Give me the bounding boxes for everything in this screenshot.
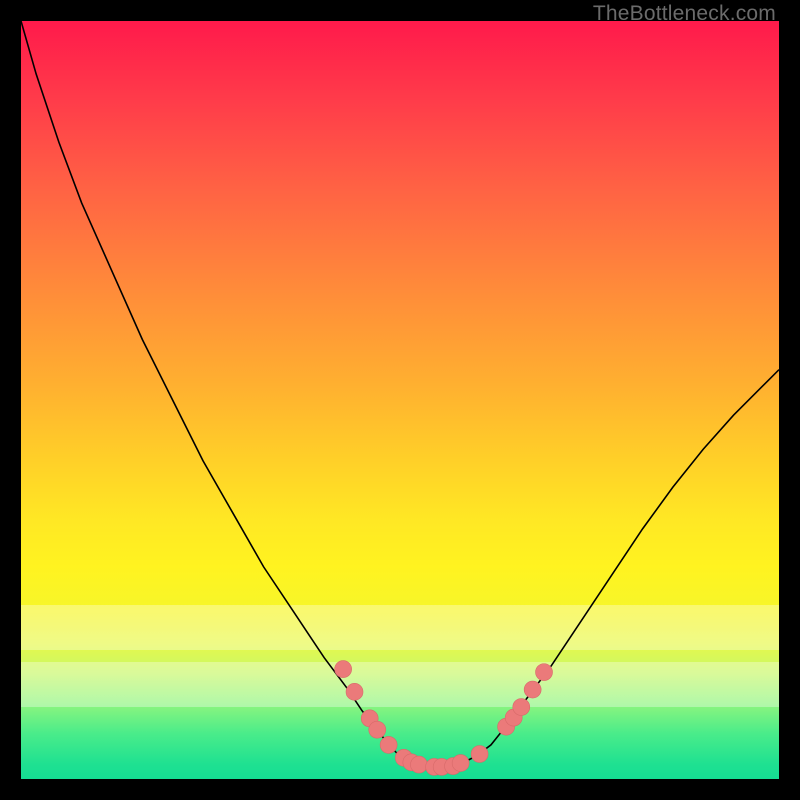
data-marker [471,745,488,762]
chart-svg [21,21,779,779]
data-marker [369,721,386,738]
data-marker [410,756,427,773]
data-marker [524,681,541,698]
data-markers [335,661,553,776]
data-marker [452,755,469,772]
data-marker [536,664,553,681]
bottleneck-curve [21,21,779,768]
data-marker [380,736,397,753]
data-marker [346,683,363,700]
data-marker [335,661,352,678]
attribution-text: TheBottleneck.com [593,2,776,26]
data-marker [513,698,530,715]
